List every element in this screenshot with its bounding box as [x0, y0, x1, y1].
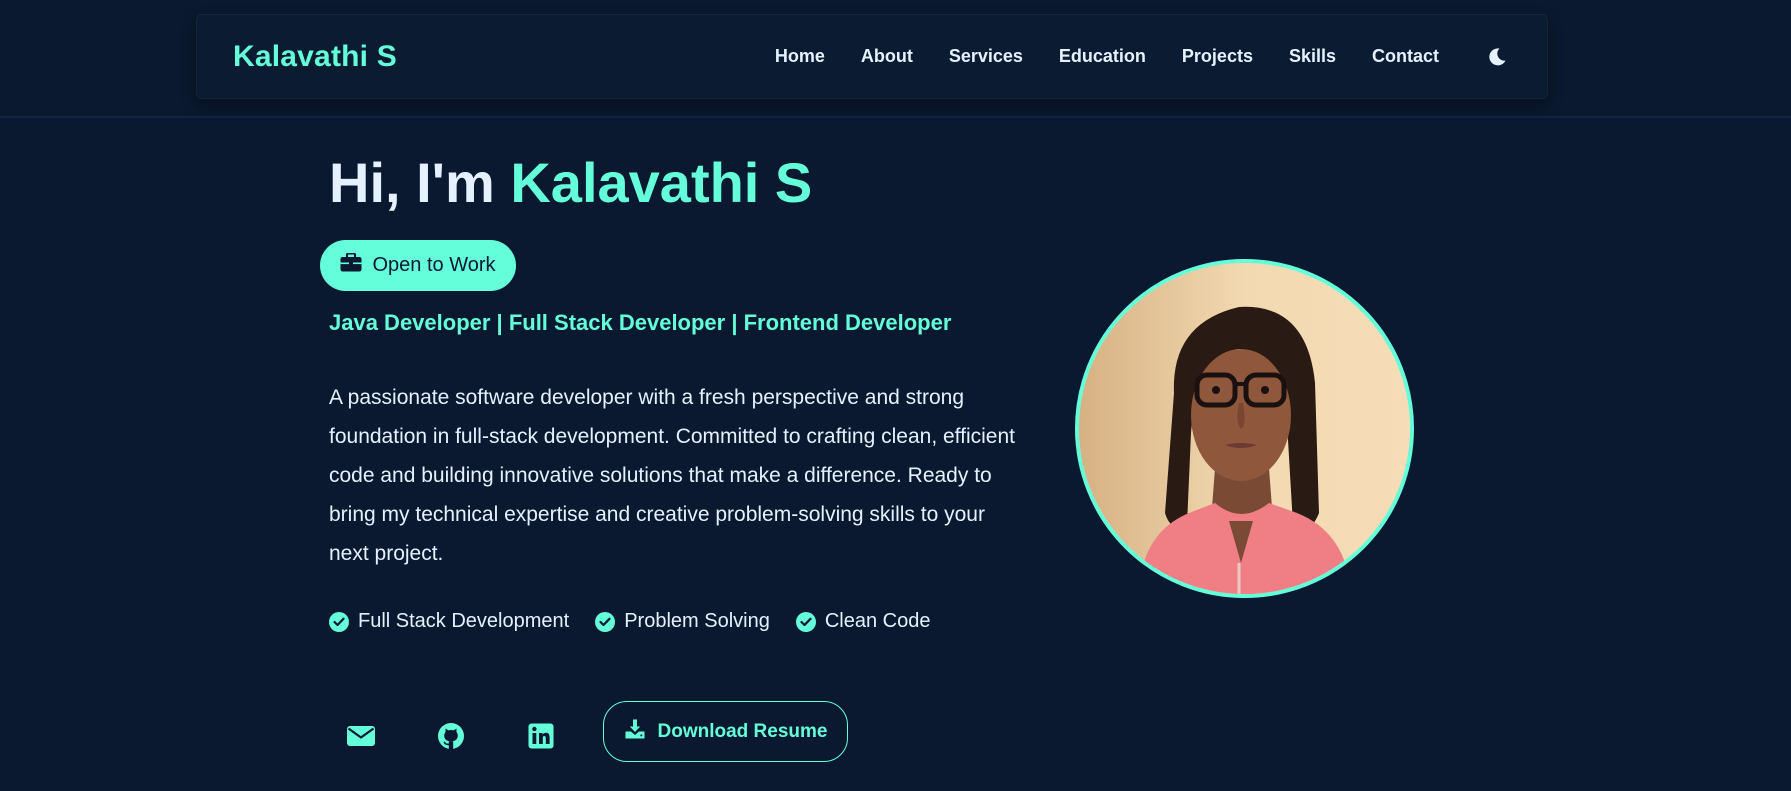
nav-link-skills[interactable]: Skills — [1289, 46, 1336, 67]
brand-logo[interactable]: Kalavathi S — [233, 40, 397, 74]
hero-greeting: Hi, I'm — [329, 151, 495, 214]
nav-link-about[interactable]: About — [861, 46, 913, 67]
nav-links: Home About Services Education Projects S… — [775, 46, 1439, 67]
hero-title: Hi, I'm Kalavathi S — [329, 150, 812, 215]
nav-link-projects[interactable]: Projects — [1182, 46, 1253, 67]
highlight-item: Full Stack Development — [329, 610, 569, 633]
check-circle-icon — [795, 611, 816, 632]
download-icon — [624, 718, 646, 746]
nav-link-services[interactable]: Services — [949, 46, 1023, 67]
github-icon[interactable] — [430, 716, 472, 756]
nav-link-education[interactable]: Education — [1059, 46, 1146, 67]
highlights: Full Stack Development Problem Solving C… — [329, 610, 956, 633]
highlight-label: Problem Solving — [624, 610, 770, 632]
nav-link-contact[interactable]: Contact — [1372, 46, 1439, 67]
highlight-label: Full Stack Development — [358, 610, 570, 632]
status-label: Open to Work — [372, 254, 496, 276]
envelope-icon[interactable] — [340, 716, 382, 756]
check-circle-icon — [329, 611, 349, 632]
hero-name: Kalavathi S — [510, 151, 813, 214]
nav-link-home[interactable]: Home — [775, 46, 825, 67]
download-resume-button[interactable]: Download Resume — [603, 701, 848, 762]
download-resume-label: Download Resume — [657, 720, 828, 742]
linkedin-icon[interactable] — [520, 716, 562, 756]
roles-subtitle: Java Developer | Full Stack Developer | … — [329, 310, 952, 335]
bio-text: A passionate software developer with a f… — [329, 386, 1015, 565]
moon-icon[interactable] — [1485, 45, 1509, 69]
social-links — [340, 716, 610, 756]
profile-photo — [1075, 259, 1414, 598]
open-to-work-badge: Open to Work — [320, 240, 516, 291]
navbar: Kalavathi S Home About Services Educatio… — [196, 14, 1548, 99]
portfolio-page: Kalavathi S Home About Services Educatio… — [0, 0, 1791, 791]
briefcase-icon — [340, 252, 362, 278]
check-circle-icon — [595, 611, 616, 632]
highlight-item: Problem Solving — [595, 610, 770, 633]
highlight-label: Clean Code — [824, 610, 931, 632]
header: Kalavathi S Home About Services Educatio… — [0, 0, 1791, 118]
highlight-item: Clean Code — [795, 610, 931, 633]
